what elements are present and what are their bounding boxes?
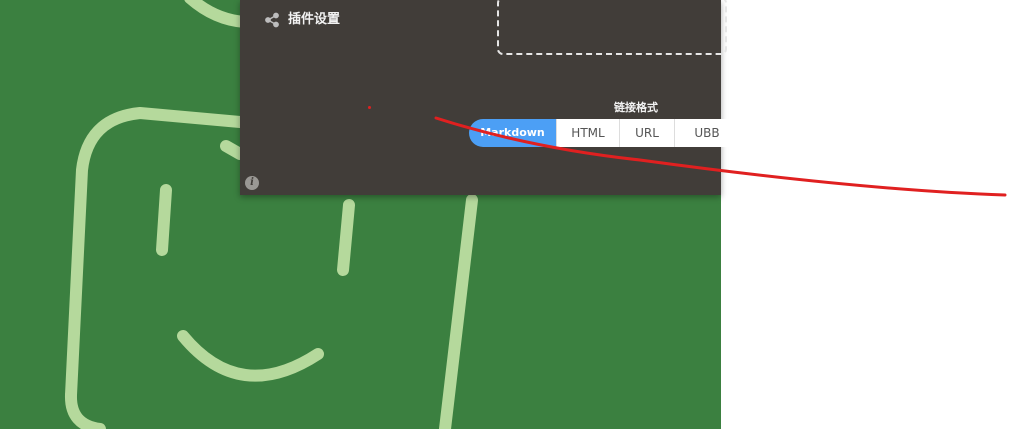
link-format-title: 链接格式	[614, 101, 658, 114]
info-icon[interactable]: i	[245, 176, 259, 190]
plugin-settings-label: 插件设置	[288, 12, 341, 27]
link-format-ubb-button[interactable]: UBB	[674, 119, 739, 147]
share-icon	[265, 12, 279, 28]
link-format-html-button[interactable]: HTML	[556, 119, 619, 147]
upload-dropzone[interactable]	[497, 0, 727, 55]
link-format-selector: Markdown HTML URL UBB	[469, 119, 739, 147]
upload-panel: 插件设置 链接格式 Markdown HTML URL UBB i	[240, 0, 739, 195]
link-format-url-button[interactable]: URL	[619, 119, 674, 147]
plugin-settings-link[interactable]: 插件设置	[264, 11, 340, 29]
link-format-markdown-button[interactable]: Markdown	[469, 119, 556, 147]
annotation-dot	[368, 106, 371, 109]
